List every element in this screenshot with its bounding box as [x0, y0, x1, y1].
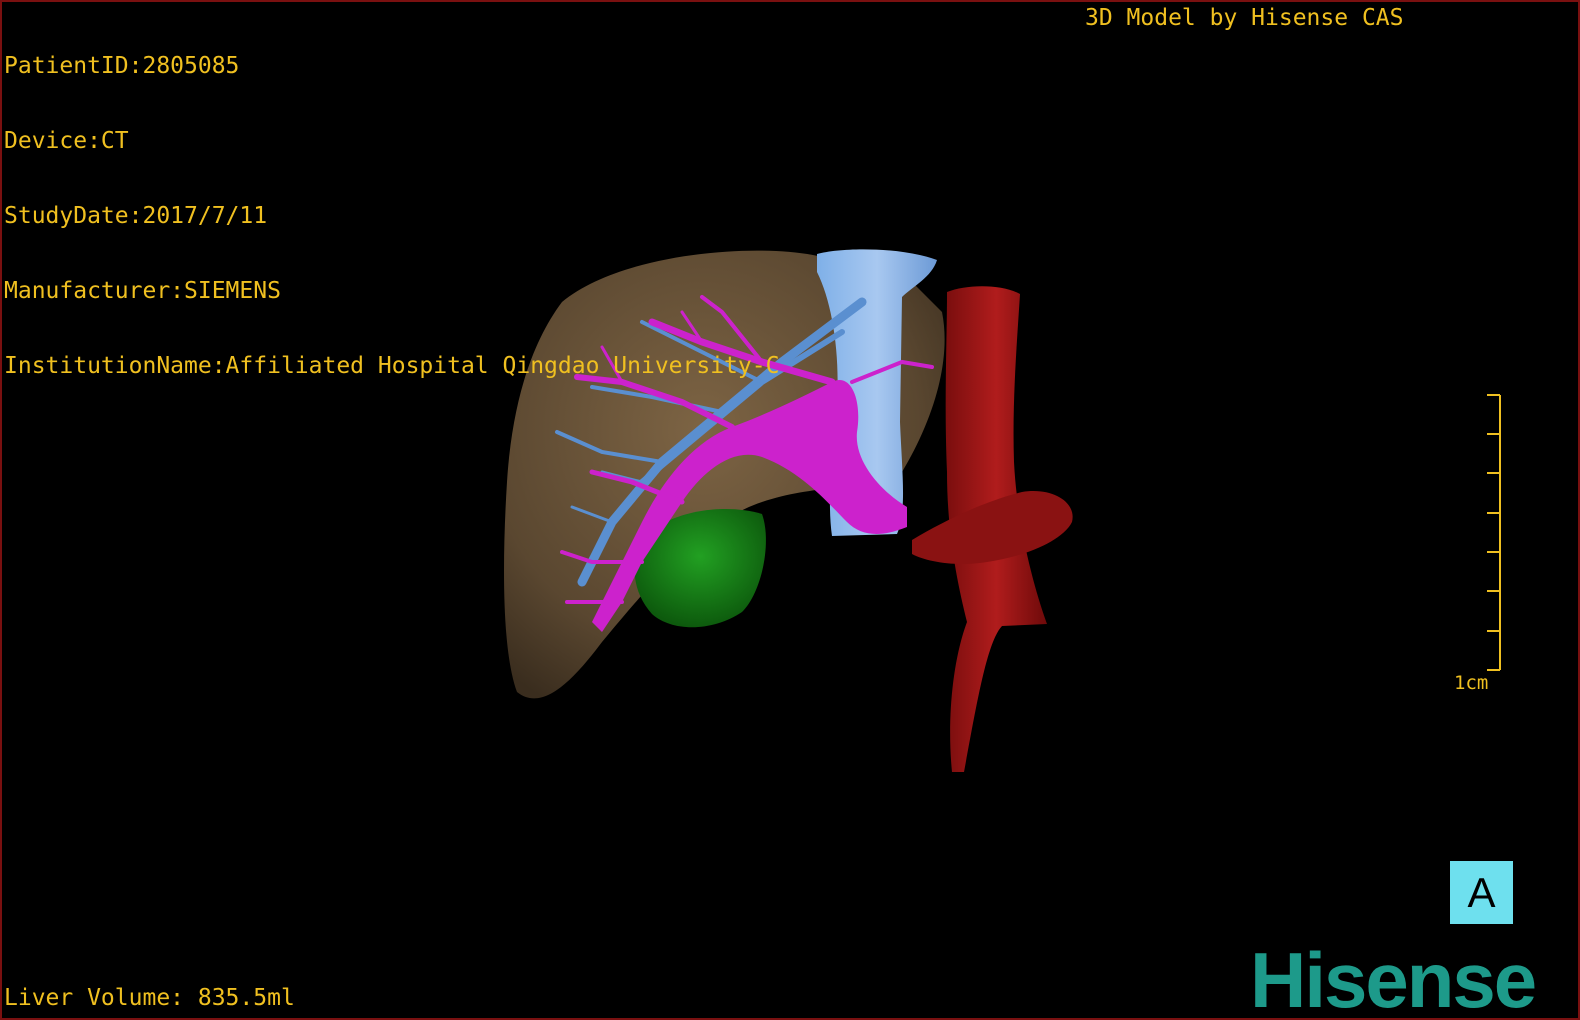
hisense-logo: Hisense — [1250, 936, 1537, 1020]
manufacturer: Manufacturer:SIEMENS — [4, 278, 281, 304]
viewport-3d[interactable]: PatientID:2805085 Device:CT StudyDate:20… — [0, 0, 1580, 1020]
study-date: StudyDate:2017/7/11 — [4, 203, 268, 229]
view-orientation-badge[interactable]: A — [1450, 861, 1513, 924]
aorta-branch — [912, 491, 1073, 565]
scale-bar — [1487, 394, 1501, 671]
model-credit: 3D Model by Hisense CAS — [1085, 5, 1404, 31]
dicom-info-overlay: PatientID:2805085 Device:CT StudyDate:20… — [4, 4, 779, 429]
device: Device:CT — [4, 128, 129, 154]
patient-id: PatientID:2805085 — [4, 53, 240, 79]
institution-name: InstitutionName:Affiliated Hospital Qing… — [4, 353, 780, 379]
liver-volume: Liver Volume: 835.5ml — [4, 985, 295, 1011]
scale-bar-label: 1cm — [1454, 672, 1489, 694]
